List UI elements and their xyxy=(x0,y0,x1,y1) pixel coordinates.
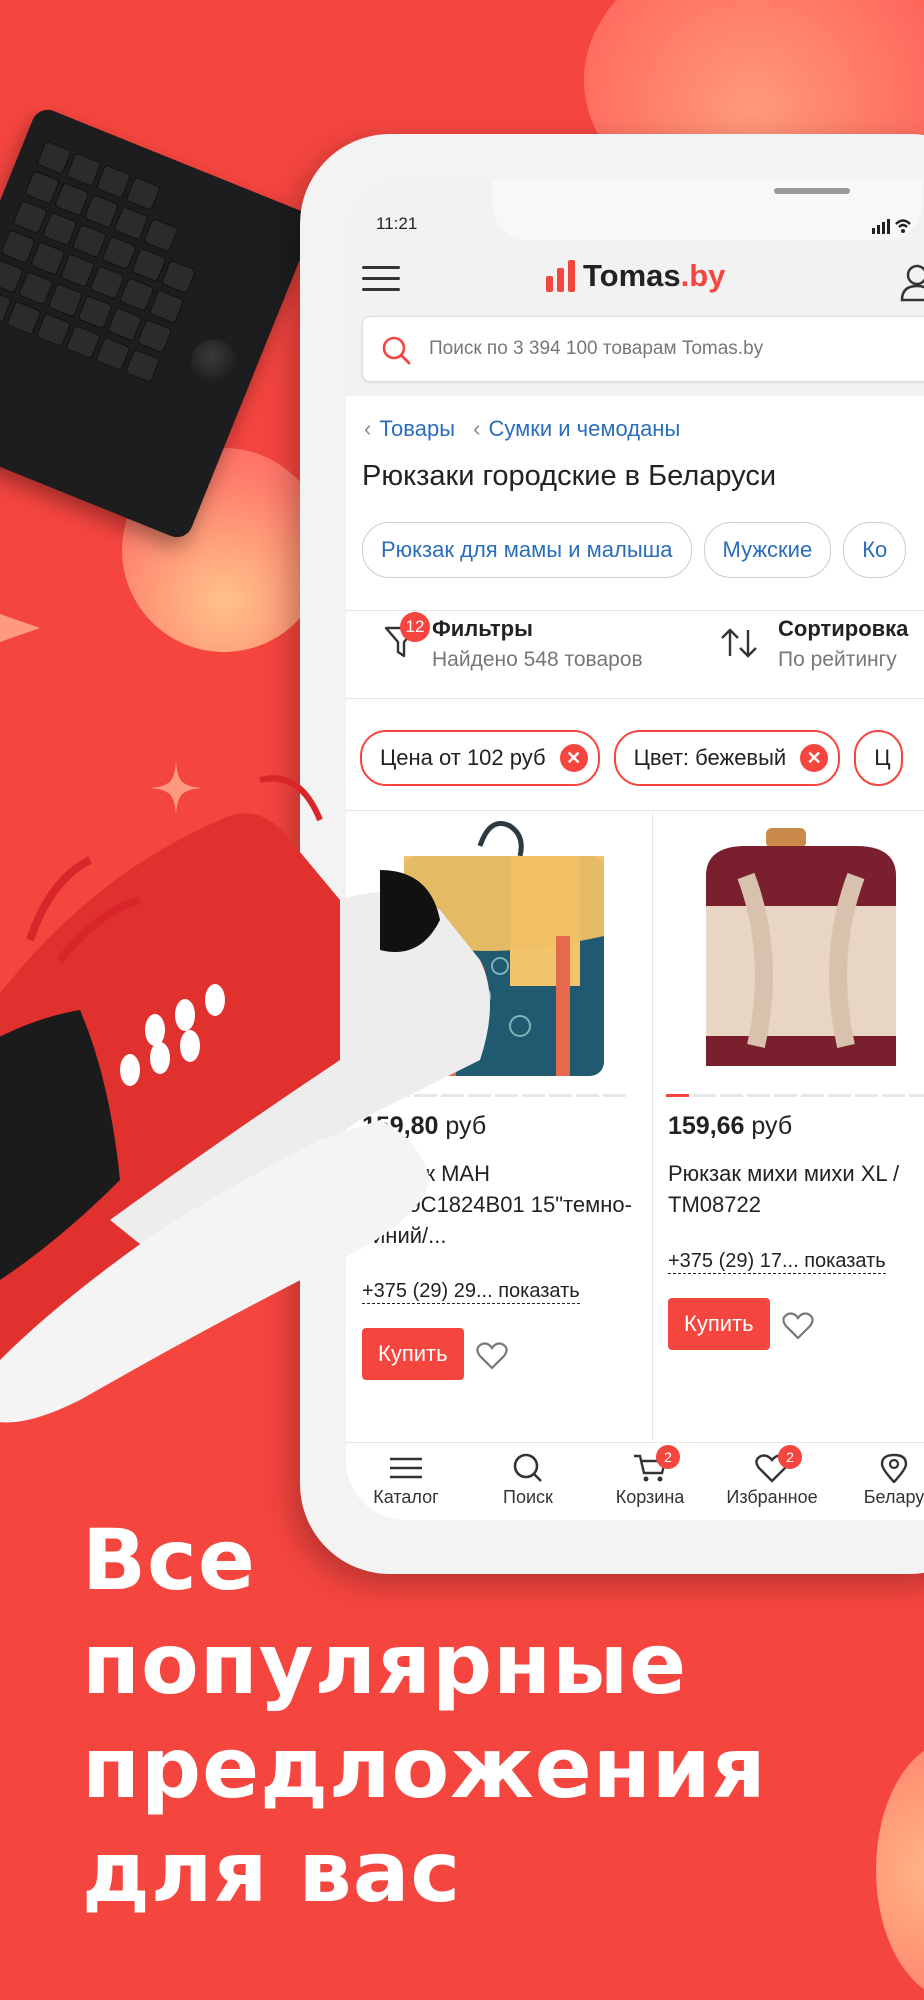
sort-icon xyxy=(721,628,757,658)
breadcrumb-link-goods[interactable]: Товары xyxy=(379,416,455,441)
status-time: 11:21 xyxy=(376,214,418,233)
divider xyxy=(346,610,924,611)
category-chips: Рюкзак для мамы и малыша Мужские Ко xyxy=(362,522,918,578)
active-filter-label: Ц xyxy=(874,745,891,770)
filters-label: Фильтры xyxy=(432,616,533,641)
found-count: Найдено 548 товаров xyxy=(432,648,643,671)
product-price: 159,66 руб xyxy=(668,1112,792,1141)
favorites-count-badge: 2 xyxy=(778,1445,802,1469)
decor-arrow xyxy=(0,614,40,642)
price-value: 159,66 xyxy=(668,1112,745,1140)
chevron-left-icon: ‹ xyxy=(364,416,372,441)
chip-more[interactable]: Ко xyxy=(843,522,907,578)
tab-label: Корзина xyxy=(615,1487,685,1507)
headline-line: популярные xyxy=(82,1615,688,1713)
promo-stage: 11:21 Tomas.by Поиск по 3 394 100 товара… xyxy=(0,0,924,2000)
breadcrumb-link-bags[interactable]: Сумки и чемоданы xyxy=(488,416,680,441)
show-phone-link[interactable]: +375 (29) 17... показать xyxy=(668,1250,886,1274)
tab-catalog[interactable]: Каталог xyxy=(346,1453,466,1508)
filters-count-badge: 12 xyxy=(400,612,430,642)
chip-men[interactable]: Мужские xyxy=(703,522,832,578)
logo-domain: .by xyxy=(680,258,726,293)
search-icon xyxy=(382,336,411,365)
cart-count-badge: 2 xyxy=(656,1445,680,1469)
sneaker-image xyxy=(0,775,490,1423)
menu-icon[interactable] xyxy=(362,266,400,291)
sort-value: По рейтингу xyxy=(778,648,897,671)
heart-icon[interactable] xyxy=(782,1312,814,1340)
tomas-logo[interactable]: Tomas.by xyxy=(546,258,725,294)
headline-line: для вас xyxy=(82,1823,462,1921)
close-icon[interactable]: ✕ xyxy=(800,744,829,772)
close-icon[interactable]: ✕ xyxy=(559,744,588,772)
logo-name: Tomas xyxy=(583,258,681,293)
search-input[interactable] xyxy=(427,331,911,367)
tab-label: Белару xyxy=(863,1487,924,1507)
active-filter-color[interactable]: Цвет: бежевый ✕ xyxy=(613,730,841,786)
tab-label: Каталог xyxy=(373,1487,439,1507)
tab-cart[interactable]: 2 Корзина xyxy=(590,1445,710,1508)
headline-line: предложения xyxy=(82,1719,767,1817)
tab-favorites[interactable]: 2 Избранное xyxy=(712,1445,832,1508)
tab-search[interactable]: Поиск xyxy=(468,1453,588,1508)
product-name[interactable]: Рюкзак михи михи XL / TM08722 xyxy=(668,1158,924,1220)
promo-headline: Все популярные предложения для вас xyxy=(82,1508,767,1924)
breadcrumb: ‹ Товары ‹ Сумки и чемоданы xyxy=(360,416,680,442)
status-bar: 11:21 xyxy=(346,180,924,244)
sort-label: Сортировка xyxy=(778,616,909,641)
location-icon xyxy=(880,1453,908,1483)
image-pager xyxy=(666,1094,924,1097)
price-currency: руб xyxy=(751,1112,793,1140)
active-filter-label: Цвет: бежевый xyxy=(633,745,787,770)
buy-button[interactable]: Купить xyxy=(668,1298,770,1350)
tab-location[interactable]: Белару xyxy=(834,1453,924,1508)
chip-mom-baby[interactable]: Рюкзак для мамы и малыша xyxy=(362,522,692,578)
logo-bars-icon xyxy=(546,260,575,292)
page-title: Рюкзаки городские в Беларуси xyxy=(362,460,777,492)
headline-line: Все xyxy=(82,1511,256,1609)
product-image-backpack-beige[interactable] xyxy=(666,816,924,1086)
signal-icon xyxy=(872,219,911,234)
user-icon[interactable] xyxy=(900,264,924,302)
decor-blob-bottom xyxy=(876,1740,924,2000)
divider xyxy=(346,698,924,699)
active-filter-more[interactable]: Ц xyxy=(854,730,903,786)
tab-label: Избранное xyxy=(726,1487,818,1507)
grid-divider xyxy=(652,812,653,1440)
tab-label: Поиск xyxy=(503,1487,553,1507)
chevron-left-icon: ‹ xyxy=(473,416,481,441)
search-box[interactable] xyxy=(362,316,924,382)
phone-notch xyxy=(492,180,922,240)
